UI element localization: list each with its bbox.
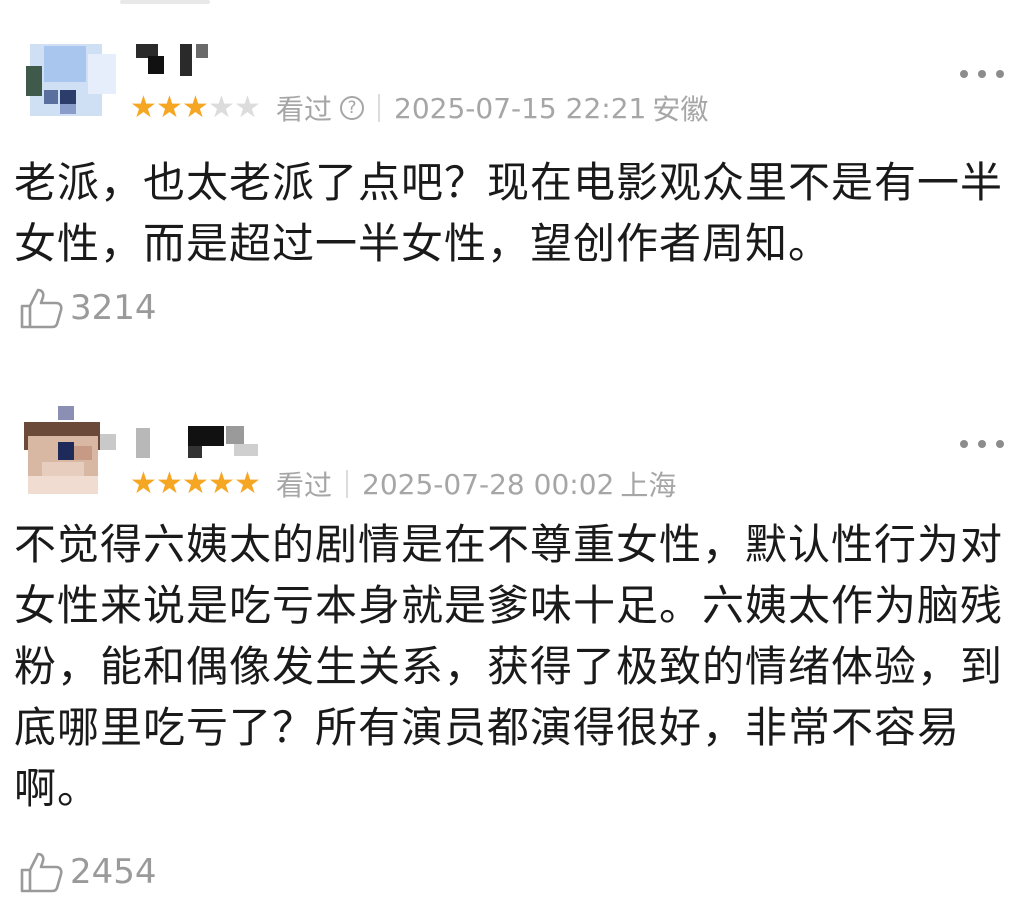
review-text-line: 女性来说是吃亏本身就是爹味十足。六姨太作为脑残: [14, 581, 1004, 630]
help-icon[interactable]: ?: [340, 96, 365, 120]
like-count: 3214: [70, 288, 157, 328]
thumbs-up-icon: [20, 852, 63, 893]
like-count: 2454: [70, 852, 157, 892]
star-filled-icon: ★: [234, 466, 261, 501]
review-text-line: 不觉得六姨太的剧情是在不尊重女性，默认性行为对: [14, 520, 1004, 569]
divider: [346, 470, 349, 498]
review-text-line: 粉，能和偶像发生关系，获得了极致的情绪体验，到: [14, 642, 1004, 691]
review-text: 不觉得六姨太的剧情是在不尊重女性，默认性行为对 女性来说是吃亏本身就是爹味十足。…: [14, 514, 1014, 819]
review-feed: ★ ★ ★ ★ ★ 看过 ? 2025-07-15 22:21 安徽 老派，也太老派了点…: [0, 0, 1026, 908]
star-empty-icon: ★: [234, 90, 261, 125]
divider: [378, 94, 381, 122]
like-button[interactable]: 3214: [18, 286, 157, 330]
username-redacted[interactable]: [134, 42, 254, 78]
review-text-line: 底哪里吃亏了？所有演员都演得很好，非常不容易: [14, 703, 961, 752]
thumbs-up-icon: [20, 288, 63, 329]
review-text: 老派，也太老派了点吧？现在电影观众里不是有一半 女性，而是超过一半女性，望创作者…: [14, 152, 1014, 274]
star-empty-icon: ★: [208, 90, 235, 125]
scroll-edge: [120, 0, 210, 4]
watched-label: 看过: [276, 469, 333, 502]
more-icon[interactable]: [960, 440, 1004, 450]
review-meta: ★ ★ ★ ★ ★ 看过 ? 2025-07-15 22:21 安徽: [130, 90, 709, 127]
star-filled-icon: ★: [130, 90, 157, 125]
review-date: 2025-07-28 00:02: [362, 467, 615, 501]
username-redacted[interactable]: [134, 422, 258, 458]
star-filled-icon: ★: [182, 90, 209, 125]
watched-label: 看过: [276, 93, 333, 126]
review-date: 2025-07-15 22:21: [394, 91, 647, 125]
review-location: 安徽: [652, 93, 709, 126]
star-rating: ★ ★ ★ ★ ★: [130, 90, 261, 125]
star-filled-icon: ★: [156, 90, 183, 125]
avatar[interactable]: [22, 40, 118, 128]
review-text-line: 老派，也太老派了点吧？现在电影观众里不是有一半: [14, 158, 1004, 207]
review-text-line: 啊。: [14, 764, 101, 813]
star-filled-icon: ★: [130, 466, 157, 501]
review-text-line: 女性，而是超过一半女性，望创作者周知。: [14, 219, 832, 268]
star-rating: ★ ★ ★ ★ ★: [130, 466, 261, 501]
star-filled-icon: ★: [182, 466, 209, 501]
more-icon[interactable]: [960, 70, 1004, 80]
review-meta: ★ ★ ★ ★ ★ 看过 2025-07-28 00:02 上海: [130, 466, 677, 503]
star-filled-icon: ★: [156, 466, 183, 501]
avatar[interactable]: [22, 406, 118, 494]
like-button[interactable]: 2454: [18, 850, 157, 894]
review-location: 上海: [620, 469, 677, 502]
star-filled-icon: ★: [208, 466, 235, 501]
